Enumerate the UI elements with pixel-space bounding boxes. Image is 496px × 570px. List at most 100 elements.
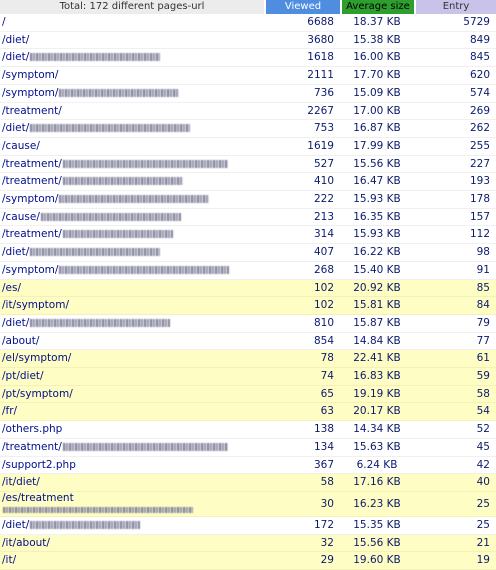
page-url-link[interactable]: /treatment/ xyxy=(0,156,264,174)
page-url-link[interactable]: /diet/ xyxy=(0,32,264,50)
table-row: /it/29 19.60 KB 19 xyxy=(0,552,496,570)
page-url-link[interactable]: /symptom/ xyxy=(0,191,264,209)
page-url-text: /treatment/ xyxy=(2,157,62,170)
average-size-value: 15.56 KB xyxy=(340,534,414,553)
viewed-count: 102 xyxy=(264,279,340,298)
redacted-url-segment xyxy=(59,265,230,274)
table-row: /diet/810 15.87 KB 79 xyxy=(0,315,496,333)
page-url-text: /cause/ xyxy=(2,210,40,223)
page-url-link[interactable]: /treatment/ xyxy=(0,173,264,192)
table-row: /it/about/32 15.56 KB 21 xyxy=(0,534,496,553)
entry-count: 25 xyxy=(414,517,496,535)
viewed-count: 268 xyxy=(264,262,340,280)
page-url-link[interactable]: /pt/symptom/ xyxy=(0,385,264,404)
page-url-link[interactable]: /treatment/ xyxy=(0,103,264,121)
page-url-link[interactable]: /about/ xyxy=(0,333,264,351)
page-url-link[interactable]: / xyxy=(0,14,264,32)
page-url-link[interactable]: /fr/ xyxy=(0,403,264,422)
entry-count: 52 xyxy=(414,421,496,439)
viewed-count: 810 xyxy=(264,315,340,333)
table-row: /others.php 138 14.34 KB 52 xyxy=(0,421,496,439)
table-row: /support2.php 367 6.24 KB 42 xyxy=(0,457,496,475)
total-pages-header: Total: 172 different pages-url xyxy=(0,0,264,14)
average-size-value: 15.35 KB xyxy=(340,517,414,535)
page-url-link[interactable]: /it/about/ xyxy=(0,534,264,553)
average-size-column-header[interactable]: Average size xyxy=(340,0,414,14)
average-size-value: 17.00 KB xyxy=(340,103,414,121)
entry-count: 98 xyxy=(414,244,496,262)
average-size-value: 16.47 KB xyxy=(340,173,414,192)
page-url-text: /fr/ xyxy=(2,405,18,418)
page-url-text: /diet/ xyxy=(2,51,30,64)
entry-count: 58 xyxy=(414,385,496,404)
page-url-text: /el/symptom/ xyxy=(2,352,72,365)
average-size-value: 16.83 KB xyxy=(340,368,414,386)
entry-count: 42 xyxy=(414,457,496,475)
viewed-count: 138 xyxy=(264,421,340,439)
table-row: /pt/diet/74 16.83 KB 59 xyxy=(0,368,496,386)
table-row: /symptom/2111 17.70 KB 620 xyxy=(0,67,496,85)
page-url-text: /treatment/ xyxy=(2,104,62,117)
average-size-value: 15.63 KB xyxy=(340,439,414,457)
viewed-count: 410 xyxy=(264,173,340,192)
average-size-value: 17.99 KB xyxy=(340,138,414,156)
average-size-value: 14.34 KB xyxy=(340,421,414,439)
average-size-value: 15.87 KB xyxy=(340,315,414,333)
table-row: /symptom/736 15.09 KB 574 xyxy=(0,85,496,103)
redacted-url-segment xyxy=(62,442,228,451)
page-url-link[interactable]: /symptom/ xyxy=(0,85,264,103)
viewed-count: 854 xyxy=(264,333,340,351)
page-url-link[interactable]: /cause/ xyxy=(0,138,264,156)
page-url-link[interactable]: /diet/ xyxy=(0,49,264,68)
viewed-count: 65 xyxy=(264,385,340,404)
viewed-count: 407 xyxy=(264,244,340,262)
table-row: / 6688 18.37 KB 5729 xyxy=(0,14,496,32)
viewed-count: 367 xyxy=(264,457,340,475)
average-size-value: 15.38 KB xyxy=(340,32,414,50)
page-url-text: /es/treatment xyxy=(2,491,74,504)
entry-count: 5729 xyxy=(414,14,496,32)
page-url-link[interactable]: /treatment/ xyxy=(0,226,264,245)
average-size-value: 22.41 KB xyxy=(340,350,414,369)
entry-count: 620 xyxy=(414,67,496,85)
page-url-text: /treatment/ xyxy=(2,175,62,188)
entry-count: 85 xyxy=(414,279,496,298)
entry-count: 255 xyxy=(414,138,496,156)
page-url-link[interactable]: /symptom/ xyxy=(0,262,264,280)
page-url-link[interactable]: /others.php xyxy=(0,421,264,439)
page-url-link[interactable]: /diet/ xyxy=(0,517,264,535)
entry-column-header[interactable]: Entry xyxy=(414,0,496,14)
entry-count: 157 xyxy=(414,209,496,227)
page-url-link[interactable]: /cause/ xyxy=(0,209,264,227)
entry-count: 262 xyxy=(414,120,496,138)
table-body: / 6688 18.37 KB 5729/diet/3680 15.38 KB 849/d… xyxy=(0,14,496,570)
page-url-link[interactable]: /es/treatment xyxy=(0,491,264,517)
page-url-text: /about/ xyxy=(2,334,40,347)
page-url-link[interactable]: /support2.php xyxy=(0,457,264,475)
page-url-link[interactable]: /diet/ xyxy=(0,244,264,262)
viewed-count: 63 xyxy=(264,403,340,422)
entry-count: 112 xyxy=(414,226,496,245)
average-size-value: 16.35 KB xyxy=(340,209,414,227)
page-url-link[interactable]: /it/symptom/ xyxy=(0,297,264,315)
page-url-text: /others.php xyxy=(2,423,63,436)
table-row: /it/symptom/102 15.81 KB 84 xyxy=(0,297,496,315)
table-row: /diet/407 16.22 KB 98 xyxy=(0,244,496,262)
page-url-link[interactable]: /el/symptom/ xyxy=(0,350,264,369)
page-url-link[interactable]: /diet/ xyxy=(0,120,264,138)
page-url-link[interactable]: /it/ xyxy=(0,552,264,570)
entry-count: 25 xyxy=(414,491,496,517)
viewed-column-header[interactable]: Viewed xyxy=(264,0,340,14)
redacted-url-segment xyxy=(30,520,141,529)
page-url-link[interactable]: /pt/diet/ xyxy=(0,368,264,386)
page-url-link[interactable]: /treatment/ xyxy=(0,439,264,457)
page-url-link[interactable]: /es/ xyxy=(0,279,264,298)
page-url-text: /it/about/ xyxy=(2,536,50,549)
viewed-count: 1618 xyxy=(264,49,340,68)
average-size-value: 15.40 KB xyxy=(340,262,414,280)
entry-count: 845 xyxy=(414,49,496,68)
page-url-link[interactable]: /it/diet/ xyxy=(0,474,264,492)
page-url-link[interactable]: /diet/ xyxy=(0,315,264,333)
page-url-text: /diet/ xyxy=(2,518,30,531)
page-url-link[interactable]: /symptom/ xyxy=(0,67,264,85)
